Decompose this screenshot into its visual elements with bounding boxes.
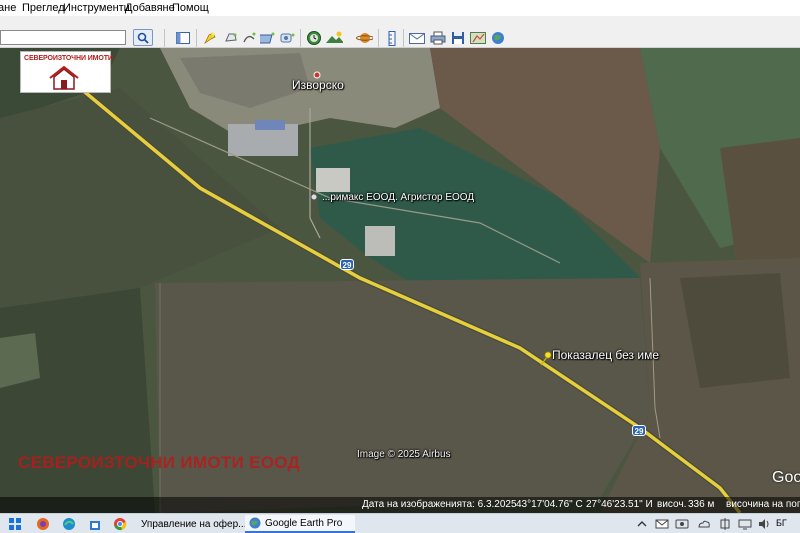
task-google-earth[interactable]: Google Earth Pro — [245, 515, 355, 533]
house-logo-icon — [49, 65, 79, 90]
save-image-icon — [451, 32, 464, 44]
elevation-label: височ. — [657, 499, 687, 510]
polygon-icon — [224, 33, 237, 42]
store-icon[interactable] — [88, 517, 102, 531]
chrome-icon[interactable] — [113, 517, 127, 531]
view-in-maps-button[interactable] — [469, 30, 486, 46]
save-image-button[interactable] — [449, 30, 466, 46]
print-icon — [430, 31, 445, 45]
eye-altitude: височина на погле — [726, 499, 800, 510]
search-icon — [137, 32, 149, 44]
onedrive-icon[interactable] — [697, 517, 711, 531]
ruler-button[interactable] — [383, 30, 400, 46]
historical-imagery-button[interactable] — [305, 30, 322, 46]
image-overlay-icon — [259, 32, 274, 44]
longitude: 27°46'23.51" И — [586, 499, 653, 510]
tour-icon — [280, 33, 294, 43]
map-view[interactable]: СЕВЕРОИЗТОЧНИ ИМОТИ Изворско ...римакс Е… — [0, 48, 800, 513]
imagery-date: Дата на изображенията: 6.3.2025 — [362, 499, 517, 510]
elevation-value: 336 м — [688, 499, 715, 510]
add-image-overlay-button[interactable] — [259, 30, 276, 46]
add-placemark-button[interactable] — [201, 30, 218, 46]
watermark-text: СЕВЕРОИЗТОЧНИ ИМОТИ ЕООД — [18, 453, 300, 472]
sunlight-icon — [326, 31, 343, 43]
company-logo: СЕВЕРОИЗТОЧНИ ИМОТИ — [20, 51, 113, 93]
usb-tray-icon[interactable] — [718, 517, 732, 531]
firefox-icon[interactable] — [36, 517, 50, 531]
toolbar — [0, 16, 800, 48]
menu-add[interactable]: Добавяне — [125, 2, 175, 14]
print-button[interactable] — [429, 30, 446, 46]
company-label: ...римакс ЕООД. Агристор ЕООД — [322, 192, 475, 203]
menu-view[interactable]: Преглед — [22, 2, 65, 14]
web-button[interactable] — [489, 30, 506, 46]
placemark-icon — [203, 32, 215, 45]
email-button[interactable] — [408, 30, 425, 46]
road-shield: 29 — [340, 259, 354, 270]
imagery-credit: Image © 2025 Airbus — [357, 449, 451, 460]
path-icon — [242, 32, 255, 43]
road-shield: 29 — [632, 425, 646, 436]
volume-icon[interactable] — [757, 517, 771, 531]
sidebar-icon — [175, 32, 190, 44]
email-icon — [408, 33, 425, 44]
google-logo: Goo — [772, 469, 800, 486]
language-indicator[interactable]: БГ — [776, 518, 787, 528]
taskbar: оа Управление на офер... Google Earth Pr… — [0, 513, 800, 533]
switch-planet-button[interactable] — [356, 30, 373, 46]
town-label: Изворско — [292, 78, 344, 92]
search-input[interactable] — [0, 30, 126, 45]
satellite-imagery — [0, 48, 800, 513]
sidebar-toggle-button[interactable] — [174, 30, 191, 46]
planets-icon — [356, 33, 373, 43]
edge-icon[interactable] — [62, 517, 76, 531]
windows-start-icon[interactable] — [8, 517, 22, 531]
search-button[interactable] — [133, 29, 153, 46]
record-tour-button[interactable] — [279, 30, 296, 46]
ruler-icon — [388, 30, 395, 46]
menu-bar: ане Преглед Инструменти Добавяне Помощ — [0, 0, 800, 16]
placemark-label[interactable]: Показалец без име — [552, 348, 659, 362]
screen-tray-icon[interactable] — [675, 517, 689, 531]
add-path-button[interactable] — [240, 30, 257, 46]
latitude: 43°17'04.76" С — [516, 499, 583, 510]
mail-tray-icon[interactable] — [655, 517, 669, 531]
map-icon — [469, 32, 486, 44]
history-icon — [306, 31, 321, 45]
menu-tools[interactable]: Инструменти — [63, 2, 130, 14]
google-earth-icon — [249, 517, 261, 529]
add-polygon-button[interactable] — [222, 30, 239, 46]
menu-help[interactable]: Помощ — [172, 2, 209, 14]
sunlight-button[interactable] — [326, 30, 343, 46]
menu-file[interactable]: ане — [0, 2, 16, 14]
status-bar: Дата на изображенията: 6.3.2025 43°17'04… — [0, 497, 800, 513]
display-tray-icon[interactable] — [738, 517, 752, 531]
task-browser[interactable]: оа Управление на офер... — [133, 515, 246, 533]
chevron-up-icon[interactable] — [635, 517, 649, 531]
web-icon — [491, 32, 504, 44]
